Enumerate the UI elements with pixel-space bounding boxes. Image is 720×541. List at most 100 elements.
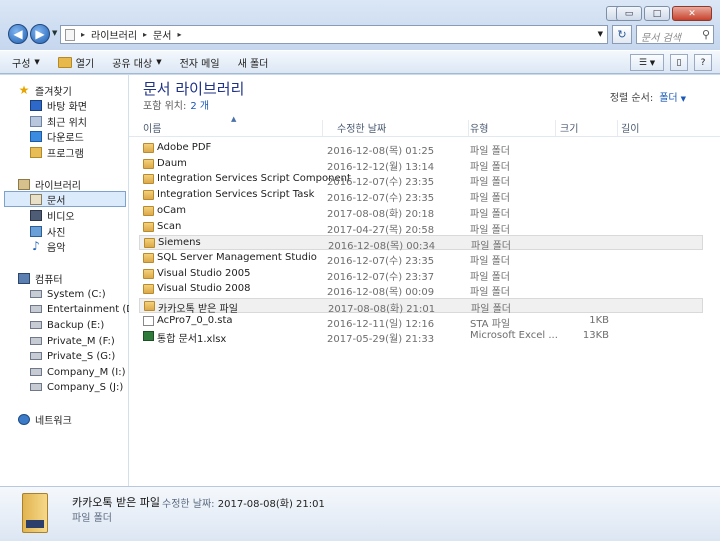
new-folder-label: 새 폴더 bbox=[237, 58, 269, 70]
sidebar-item-music[interactable]: ♪ 음악 bbox=[30, 238, 65, 254]
column-headers: ▲ 이름 수정한 날짜 유형 크기 길이 bbox=[129, 115, 720, 137]
chevron-right-icon[interactable]: ▸ bbox=[81, 30, 85, 39]
locations-link[interactable]: 2 개 bbox=[190, 101, 209, 112]
breadcrumb-documents[interactable]: 문서 bbox=[153, 27, 171, 42]
column-header-date[interactable]: 수정한 날짜 bbox=[337, 120, 469, 136]
sidebar-item-label: Private_S (G:) bbox=[47, 350, 116, 362]
sidebar-item-label: 다운로드 bbox=[47, 132, 84, 144]
table-row[interactable]: 카카오톡 받은 파일 2017-08-08(화) 21:01 파일 폴더 bbox=[139, 298, 703, 315]
sidebar-item-downloads[interactable]: 다운로드 bbox=[30, 128, 84, 144]
folder-icon bbox=[143, 221, 154, 232]
forward-button[interactable]: ▶ bbox=[30, 24, 50, 44]
arrange-by-dropdown[interactable]: 폴더 bbox=[659, 93, 677, 104]
breadcrumb-libraries[interactable]: 라이브러리 bbox=[91, 27, 137, 42]
table-row[interactable]: 통합 문서1.xlsx 2017-05-29(월) 21:33 Microsoft … bbox=[139, 329, 703, 345]
preview-pane-button[interactable]: ▯ bbox=[670, 54, 688, 71]
minimize-button[interactable]: ▭ bbox=[616, 6, 642, 21]
folder-icon bbox=[143, 268, 154, 279]
arrange-label: 정렬 순서: bbox=[609, 93, 654, 104]
column-header-length[interactable]: 길이 bbox=[621, 120, 681, 136]
file-type: 파일 폴더 bbox=[470, 193, 510, 205]
sidebar-item-drive-i[interactable]: Company_M (I:) bbox=[30, 364, 126, 380]
table-row[interactable]: Scan 2017-04-27(목) 20:58 파일 폴더 bbox=[139, 220, 703, 236]
table-row[interactable]: Siemens 2016-12-08(목) 00:34 파일 폴더 bbox=[139, 235, 703, 252]
table-row[interactable]: Integration Services Script Component 201… bbox=[139, 172, 703, 188]
table-row[interactable]: AcPro7_0_0.sta 2016-12-11(일) 12:16 STA 파일 1… bbox=[139, 314, 703, 330]
table-row[interactable]: Daum 2016-12-12(월) 13:14 파일 폴더 bbox=[139, 157, 703, 173]
hard-drive-icon bbox=[30, 352, 42, 360]
maximize-button[interactable]: □ bbox=[644, 6, 670, 21]
table-row[interactable]: oCam 2017-08-08(화) 20:18 파일 폴더 bbox=[139, 204, 703, 220]
folder-icon bbox=[143, 284, 154, 295]
sidebar-item-drive-d[interactable]: Entertainment (D:) bbox=[30, 301, 141, 317]
file-name: Visual Studio 2008 bbox=[157, 283, 251, 295]
details-modified: 수정한 날짜: 2017-08-08(화) 21:01 bbox=[162, 495, 325, 510]
sidebar-item-pictures[interactable]: 사진 bbox=[30, 223, 65, 239]
file-type: 파일 폴더 bbox=[470, 161, 510, 173]
sidebar-item-drive-j[interactable]: Company_S (J:) bbox=[30, 379, 123, 395]
help-icon: ? bbox=[700, 57, 706, 68]
address-dropdown-icon[interactable]: ▼ bbox=[598, 30, 603, 38]
sidebar-item-drive-g[interactable]: Private_S (G:) bbox=[30, 348, 115, 364]
share-with-button[interactable]: 공유 대상 ▼ bbox=[112, 55, 161, 70]
view-options-button[interactable]: ☰ ▼ bbox=[630, 54, 664, 71]
close-button[interactable]: ✕ bbox=[672, 6, 712, 21]
table-row[interactable]: Integration Services Script Task 2016-12-… bbox=[139, 188, 703, 205]
table-row[interactable]: Visual Studio 2005 2016-12-07(수) 23:37 파일 … bbox=[139, 267, 703, 283]
table-row[interactable]: Adobe PDF 2016-12-08(목) 01:25 파일 폴더 bbox=[139, 141, 703, 157]
sidebar-item-label: 라이브러리 bbox=[35, 180, 81, 192]
file-name: AcPro7_0_0.sta bbox=[157, 314, 233, 326]
sidebar-item-label: 문서 bbox=[47, 195, 66, 207]
arrange-by: 정렬 순서: 폴더 ▼ bbox=[610, 89, 686, 104]
table-row[interactable]: SQL Server Management Studio 2016-12-07(수… bbox=[139, 251, 703, 267]
file-type: 파일 폴더 bbox=[470, 271, 510, 283]
folder-icon bbox=[30, 146, 42, 158]
sidebar-item-network[interactable]: 네트워크 bbox=[18, 411, 72, 427]
hard-drive-icon bbox=[30, 383, 42, 391]
sidebar-item-drive-e[interactable]: Backup (E:) bbox=[30, 317, 104, 333]
organize-button[interactable]: 구성 ▼ bbox=[12, 55, 40, 70]
chevron-right-icon[interactable]: ▸ bbox=[177, 30, 181, 39]
back-button[interactable]: ◀ bbox=[8, 24, 28, 44]
sidebar-item-programs[interactable]: 프로그램 bbox=[30, 144, 84, 160]
sidebar-item-label: 비디오 bbox=[47, 211, 75, 223]
details-name: 카카오톡 받은 파일 bbox=[72, 496, 160, 509]
search-input[interactable]: 문서 검색 ⚲ bbox=[636, 25, 714, 44]
navigation-row: ◀ ▶ ▼ ▸ 라이브러리 ▸ 문서 ▸ ▼ ↻ 문서 검색 ⚲ bbox=[6, 24, 714, 46]
file-modified-date: 2017-08-08(화) 20:18 bbox=[327, 208, 435, 220]
refresh-button[interactable]: ↻ bbox=[612, 25, 632, 44]
file-name: SQL Server Management Studio bbox=[157, 251, 317, 263]
table-row[interactable]: Visual Studio 2008 2016-12-08(목) 00:09 파일 … bbox=[139, 282, 703, 299]
sidebar-item-label: Company_S (J:) bbox=[47, 381, 124, 393]
hard-drive-icon bbox=[30, 305, 42, 313]
sidebar-item-favorites[interactable]: ★ 즐겨찾기 bbox=[18, 82, 72, 98]
search-icon[interactable]: ⚲ bbox=[702, 28, 710, 41]
address-bar[interactable]: ▸ 라이브러리 ▸ 문서 ▸ ▼ bbox=[60, 25, 608, 44]
sidebar-item-drive-f[interactable]: Private_M (F:) bbox=[30, 333, 115, 349]
sidebar-item-desktop[interactable]: 바탕 화면 bbox=[30, 97, 87, 113]
sidebar-item-label: 프로그램 bbox=[47, 148, 84, 160]
help-button[interactable]: ? bbox=[694, 54, 712, 71]
open-button[interactable]: 열기 bbox=[57, 55, 94, 70]
column-header-size[interactable]: 크기 bbox=[560, 120, 618, 136]
sidebar-item-videos[interactable]: 비디오 bbox=[30, 207, 75, 223]
sidebar-item-libraries[interactable]: 라이브러리 bbox=[18, 176, 81, 192]
sidebar-item-label: Entertainment (D:) bbox=[47, 303, 142, 315]
file-type: 파일 폴더 bbox=[470, 287, 510, 299]
sidebar-item-recent[interactable]: 최근 위치 bbox=[30, 113, 87, 129]
column-header-name[interactable]: 이름 bbox=[143, 120, 323, 136]
chevron-right-icon[interactable]: ▸ bbox=[143, 30, 147, 39]
file-type: 파일 폴더 bbox=[470, 146, 510, 157]
details-modified-value: 2017-08-08(화) 21:01 bbox=[217, 499, 325, 510]
column-header-type[interactable]: 유형 bbox=[470, 120, 556, 136]
sidebar-item-drive-c[interactable]: System (C:) bbox=[30, 286, 106, 302]
chevron-down-icon[interactable]: ▼ bbox=[681, 95, 686, 103]
sidebar-item-label: System (C:) bbox=[47, 288, 106, 300]
file-size: 13KB bbox=[582, 330, 609, 342]
email-button[interactable]: 전자 메일 bbox=[180, 55, 220, 70]
sidebar-item-computer[interactable]: 컴퓨터 bbox=[18, 270, 63, 286]
sidebar-item-documents[interactable]: 문서 bbox=[4, 191, 126, 207]
recent-pages-dropdown-icon[interactable]: ▼ bbox=[52, 29, 57, 37]
file-name: oCam bbox=[157, 204, 186, 216]
new-folder-button[interactable]: 새 폴더 bbox=[238, 55, 269, 70]
